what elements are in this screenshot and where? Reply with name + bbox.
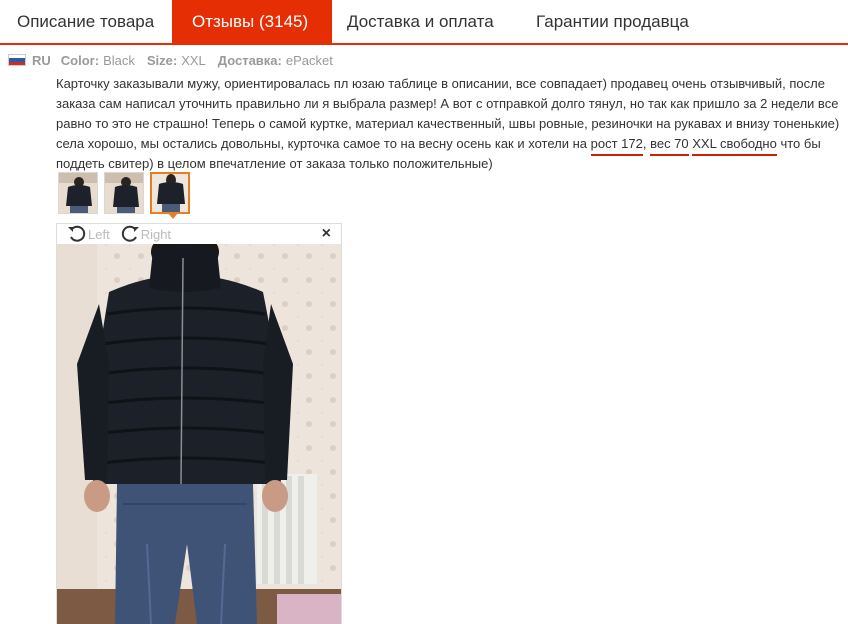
color-value: Black [103,52,135,68]
highlight-size-fit: XXL свободно [692,136,777,156]
shipping-value: ePacket [285,52,333,68]
color-label: Color: [60,52,100,68]
shipping-label: Доставка: [217,52,282,68]
tab-shipping[interactable]: Доставка и оплата [332,0,519,43]
rotate-right-label: Right [140,226,172,242]
rotate-right-icon [121,225,139,242]
review-meta: RU Color: Black Size: XXL Доставка: ePac… [8,51,345,69]
review-text-part: , [642,136,651,151]
viewer-toolbar: Left Right × [57,224,341,244]
russia-flag-icon [8,54,26,66]
selected-thumb-pointer [168,213,178,219]
rotate-left-button[interactable]: Left [67,225,110,243]
tab-reviews[interactable]: Отзывы (3145) [172,0,332,43]
rotate-left-icon [68,225,86,242]
review-photo-thumb[interactable] [58,172,98,214]
photo-viewer: Left Right × [56,223,342,624]
review-photo-thumb[interactable] [104,172,144,214]
rotate-left-label: Left [88,226,110,242]
highlight-height: рост 172 [590,136,643,156]
highlight-weight: вес 70 [650,136,689,156]
country-code: RU [32,52,51,68]
review-text: Карточку заказывали мужу, ориентировалас… [56,74,846,174]
review-photo-thumb-selected[interactable] [150,172,190,214]
tab-description[interactable]: Описание товара [0,0,172,43]
review-photo-large [57,244,341,624]
size-label: Size: [146,52,178,68]
review-photo-thumbnails [58,172,196,214]
rotate-right-button[interactable]: Right [120,225,171,243]
review-tabs: Описание товара Отзывы (3145) Доставка и… [0,0,848,45]
tab-seller-guarantees[interactable]: Гарантии продавца [519,0,739,43]
close-icon[interactable]: × [322,226,331,242]
size-value: XXL [181,52,206,68]
